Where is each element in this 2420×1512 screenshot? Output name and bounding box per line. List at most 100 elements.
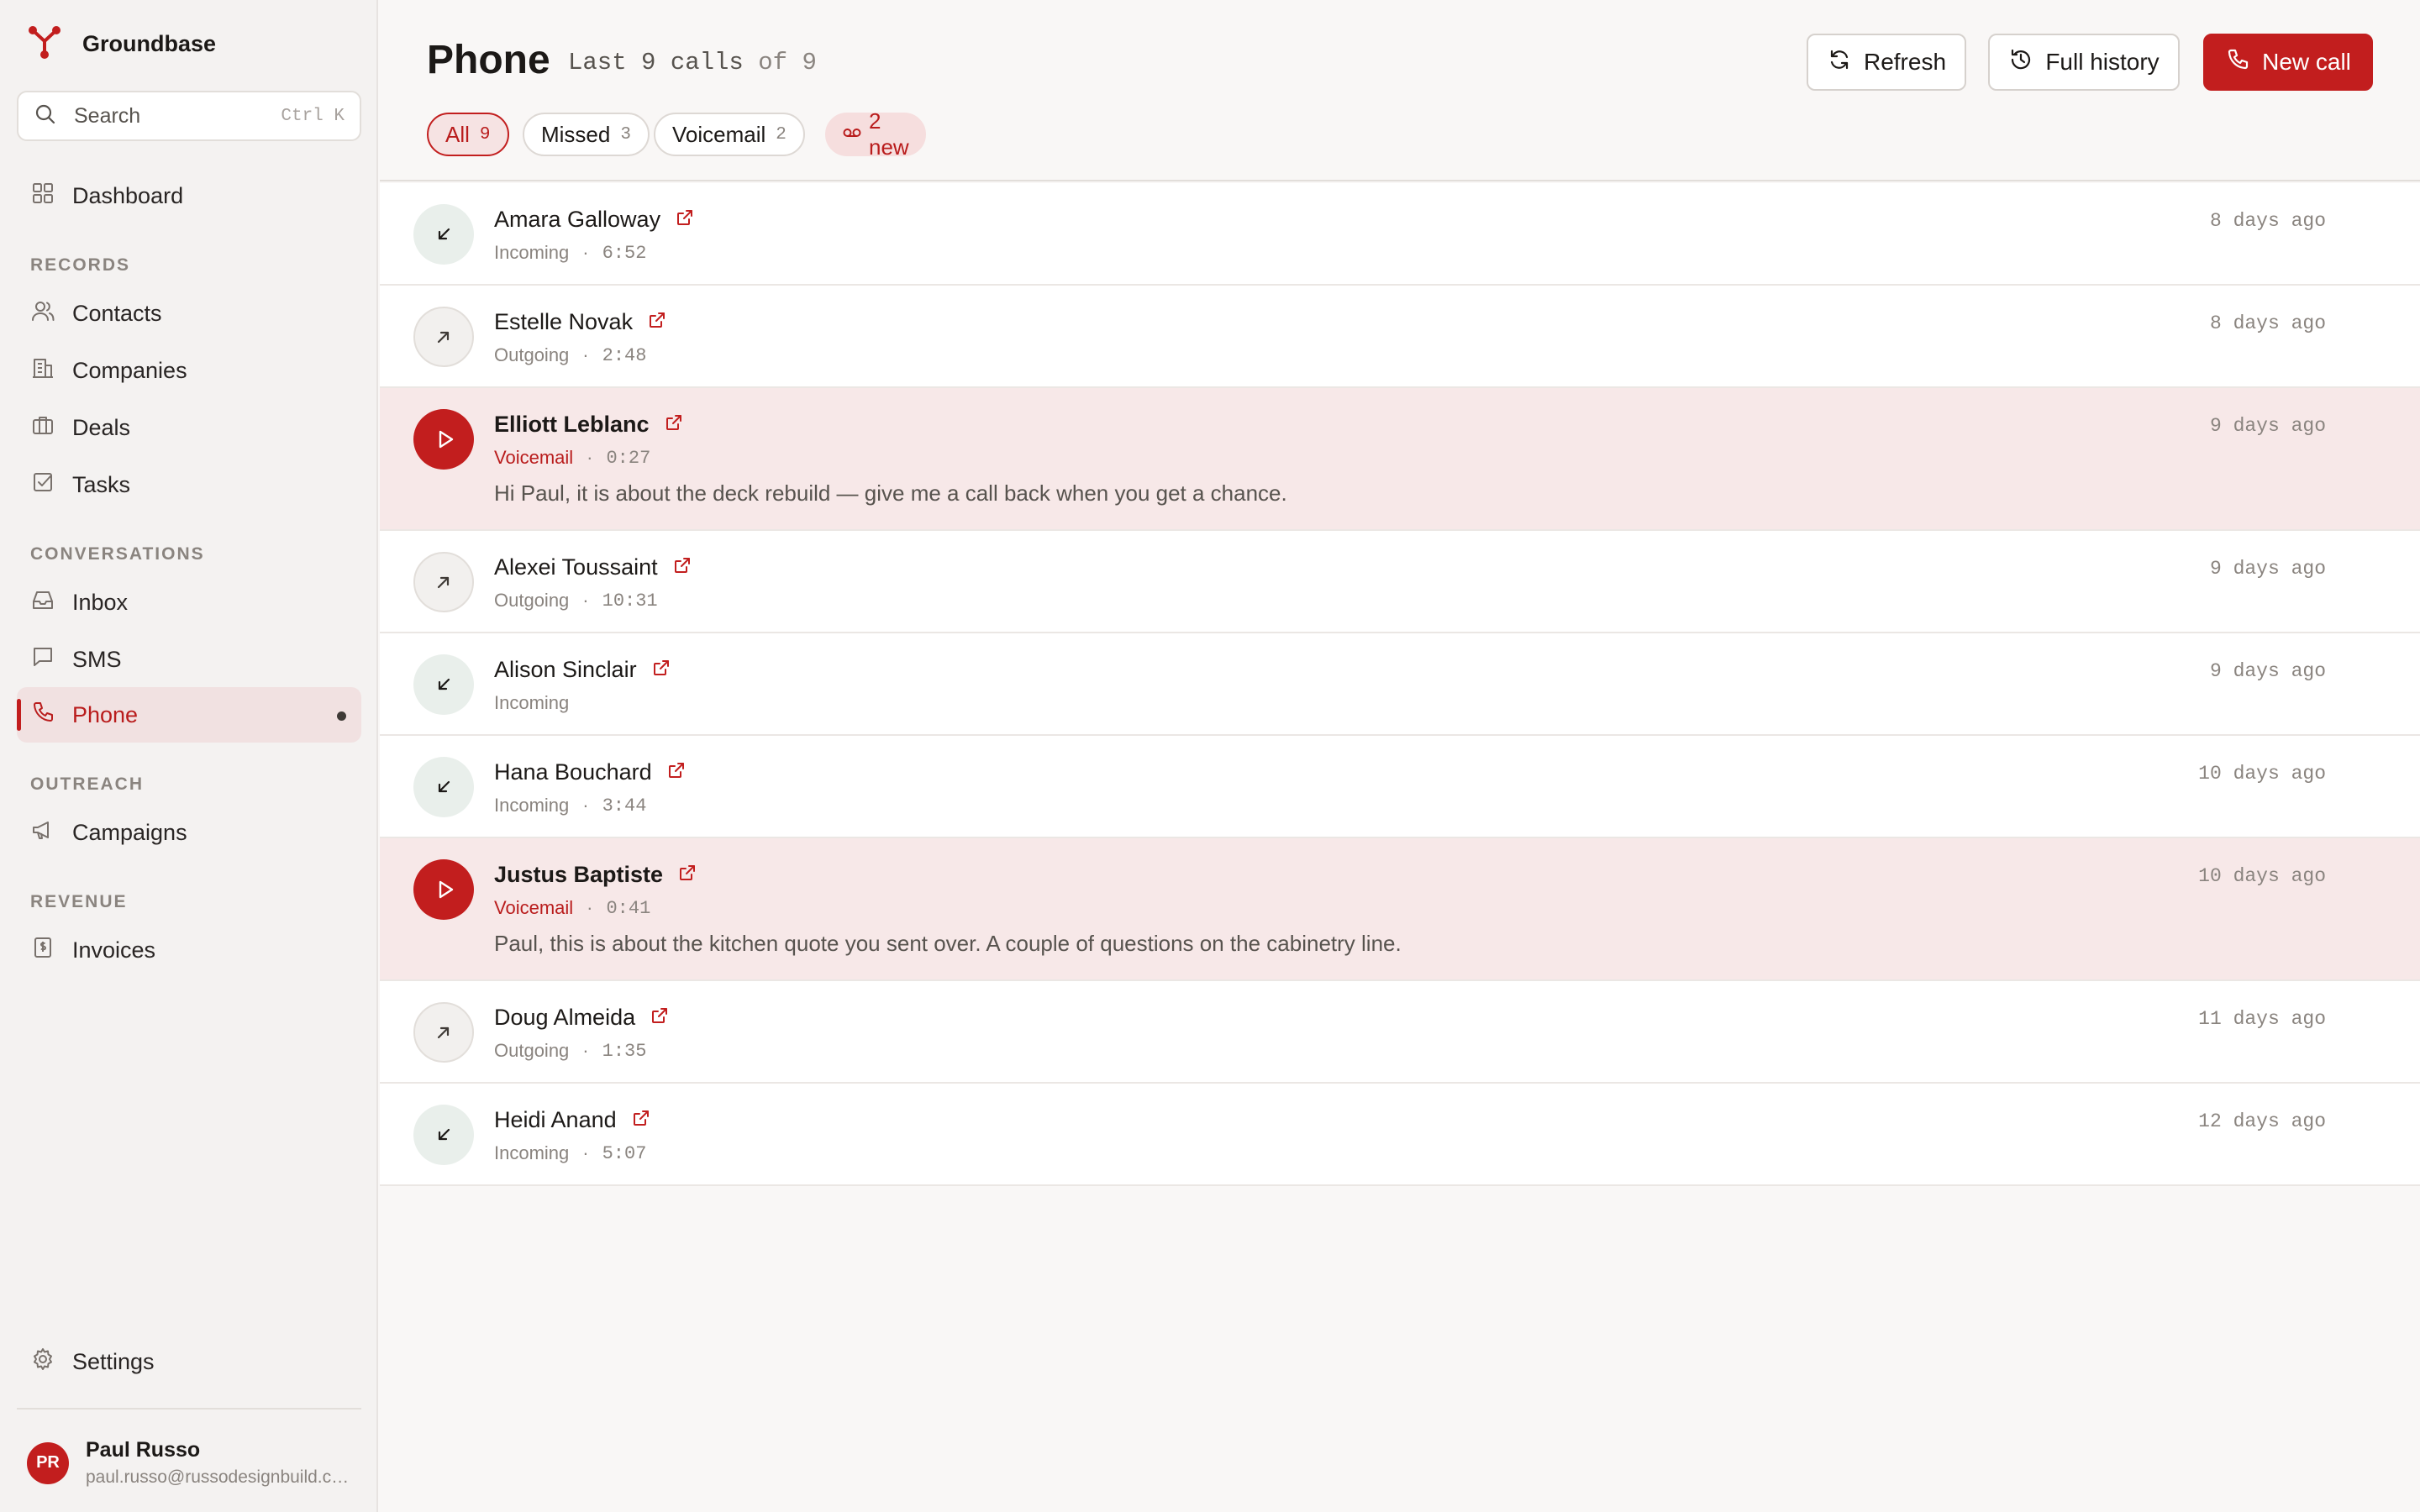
call-time: 12 days ago xyxy=(2198,1110,2326,1132)
external-link-icon[interactable] xyxy=(650,412,683,438)
external-link-icon[interactable] xyxy=(652,759,686,785)
call-duration: 3:44 xyxy=(602,795,647,816)
sidebar-item-dashboard[interactable]: Dashboard xyxy=(17,168,361,223)
contact-name[interactable]: Alexei Toussaint xyxy=(494,554,658,580)
sidebar-divider xyxy=(17,1408,361,1410)
voicemail-row[interactable]: Elliott Leblanc Voicemail · 0:27 Hi Paul, … xyxy=(380,388,2420,531)
contact-name[interactable]: Estelle Novak xyxy=(494,309,633,335)
contact-name[interactable]: Amara Galloway xyxy=(494,207,660,233)
contact-name-line: Amara Galloway xyxy=(494,207,694,233)
contact-name-line: Alexei Toussaint xyxy=(494,554,692,580)
call-duration: 6:52 xyxy=(602,242,647,264)
contact-name[interactable]: Heidi Anand xyxy=(494,1107,617,1133)
call-duration: 0:41 xyxy=(606,897,651,919)
call-time: 11 days ago xyxy=(2198,1008,2326,1030)
full-history-button[interactable]: Full history xyxy=(1988,34,2180,91)
filter-all[interactable]: All 9 xyxy=(427,113,509,156)
call-meta: Voicemail · 0:41 xyxy=(494,897,650,919)
meta-separator: · xyxy=(587,897,593,918)
call-meta: Incoming · 6:52 xyxy=(494,242,646,264)
call-row[interactable]: Hana Bouchard Incoming · 3:44 10 days ago xyxy=(380,736,2420,838)
call-row[interactable]: Alexei Toussaint Outgoing · 10:31 9 days a… xyxy=(380,531,2420,633)
voicemail-row[interactable]: Justus Baptiste Voicemail · 0:41 Paul, thi… xyxy=(380,838,2420,981)
call-type: Voicemail xyxy=(494,897,574,918)
sidebar-item-settings[interactable]: Settings xyxy=(17,1334,361,1389)
sidebar-item-companies[interactable]: Companies xyxy=(17,343,361,398)
building-icon xyxy=(30,355,55,386)
contact-name-line: Heidi Anand xyxy=(494,1107,650,1133)
contact-name-line: Estelle Novak xyxy=(494,309,666,335)
sidebar-item-sms[interactable]: SMS xyxy=(17,632,361,687)
sidebar-item-label: Invoices xyxy=(72,937,156,963)
meta-separator: · xyxy=(582,1040,589,1061)
voicemail-icon xyxy=(842,122,869,148)
meta-separator: · xyxy=(582,242,589,263)
voicemail-transcript: Paul, this is about the kitchen quote yo… xyxy=(494,931,1402,956)
call-time: 8 days ago xyxy=(2209,210,2326,232)
contact-name[interactable]: Alison Sinclair xyxy=(494,657,637,683)
contact-name[interactable]: Doug Almeida xyxy=(494,1005,635,1031)
incoming-call-icon xyxy=(413,757,474,817)
filter-count: 2 xyxy=(776,124,786,144)
external-link-icon[interactable] xyxy=(658,554,692,580)
search-icon xyxy=(34,102,57,130)
external-link-icon[interactable] xyxy=(635,1005,669,1031)
meta-separator: · xyxy=(582,795,589,816)
call-row[interactable]: Estelle Novak Outgoing · 2:48 8 days ago xyxy=(380,286,2420,388)
sidebar-item-label: Campaigns xyxy=(72,819,187,845)
call-type: Incoming xyxy=(494,795,570,816)
call-row[interactable]: Alison Sinclair Incoming 9 days ago xyxy=(380,633,2420,736)
new-call-button[interactable]: New call xyxy=(2203,34,2373,91)
external-link-icon[interactable] xyxy=(637,657,671,683)
sidebar-item-phone[interactable]: Phone xyxy=(17,687,361,743)
call-type: Outgoing xyxy=(494,590,570,611)
external-link-icon[interactable] xyxy=(663,862,697,888)
search-input[interactable]: Search Ctrl K xyxy=(17,91,361,141)
play-icon[interactable] xyxy=(413,859,474,920)
call-row[interactable]: Heidi Anand Incoming · 5:07 12 days ago xyxy=(380,1084,2420,1186)
user-profile[interactable]: PR Paul Russo paul.russo@russodesignbuil… xyxy=(27,1438,355,1488)
gear-icon xyxy=(30,1347,55,1378)
incoming-call-icon xyxy=(413,1105,474,1165)
call-row[interactable]: Doug Almeida Outgoing · 1:35 11 days ago xyxy=(380,981,2420,1084)
sidebar-item-deals[interactable]: Deals xyxy=(17,400,361,455)
page-subtitle: Last 9 calls of 9 xyxy=(568,49,817,76)
inbox-icon xyxy=(30,587,55,618)
sidebar-item-label: Companies xyxy=(72,357,187,383)
call-row[interactable]: Amara Galloway Incoming · 6:52 8 days ago xyxy=(380,183,2420,286)
call-duration: 0:27 xyxy=(606,447,651,469)
call-list: Amara Galloway Incoming · 6:52 8 days ago … xyxy=(380,183,2420,1186)
outgoing-call-icon xyxy=(413,552,474,612)
refresh-label: Refresh xyxy=(1863,49,1947,75)
contact-name[interactable]: Elliott Leblanc xyxy=(494,412,650,438)
sidebar-item-inbox[interactable]: Inbox xyxy=(17,575,361,630)
main-content: Phone Last 9 calls of 9 Refresh Full his… xyxy=(380,0,2420,1512)
external-link-icon[interactable] xyxy=(617,1107,650,1133)
search-shortcut: Ctrl K xyxy=(281,106,345,126)
sidebar-item-campaigns[interactable]: Campaigns xyxy=(17,805,361,860)
filter-count: 3 xyxy=(620,124,631,144)
search-placeholder: Search xyxy=(74,103,141,128)
incoming-call-icon xyxy=(413,204,474,265)
filter-missed[interactable]: Missed 3 xyxy=(523,113,650,156)
sidebar-item-label: Settings xyxy=(72,1348,155,1374)
refresh-button[interactable]: Refresh xyxy=(1807,34,1966,91)
call-duration: 10:31 xyxy=(602,590,658,612)
page-header: Phone Last 9 calls of 9 Refresh Full his… xyxy=(380,0,2420,181)
sidebar-item-invoices[interactable]: Invoices xyxy=(17,922,361,978)
contact-name[interactable]: Justus Baptiste xyxy=(494,862,663,888)
filter-voicemail[interactable]: Voicemail 2 xyxy=(654,113,805,156)
sidebar-item-label: Deals xyxy=(72,414,131,440)
brand[interactable]: Groundbase xyxy=(25,25,216,62)
sidebar-item-contacts[interactable]: Contacts xyxy=(17,286,361,341)
play-icon[interactable] xyxy=(413,409,474,470)
contact-name-line: Doug Almeida xyxy=(494,1005,669,1031)
new-voicemail-badge[interactable]: 2 new xyxy=(825,108,926,160)
external-link-icon[interactable] xyxy=(660,207,694,233)
contact-name-line: Elliott Leblanc xyxy=(494,412,683,438)
groundbase-logo-icon xyxy=(25,23,64,66)
call-type: Outgoing xyxy=(494,1040,570,1061)
sidebar-item-tasks[interactable]: Tasks xyxy=(17,457,361,512)
external-link-icon[interactable] xyxy=(633,309,666,335)
contact-name[interactable]: Hana Bouchard xyxy=(494,759,652,785)
